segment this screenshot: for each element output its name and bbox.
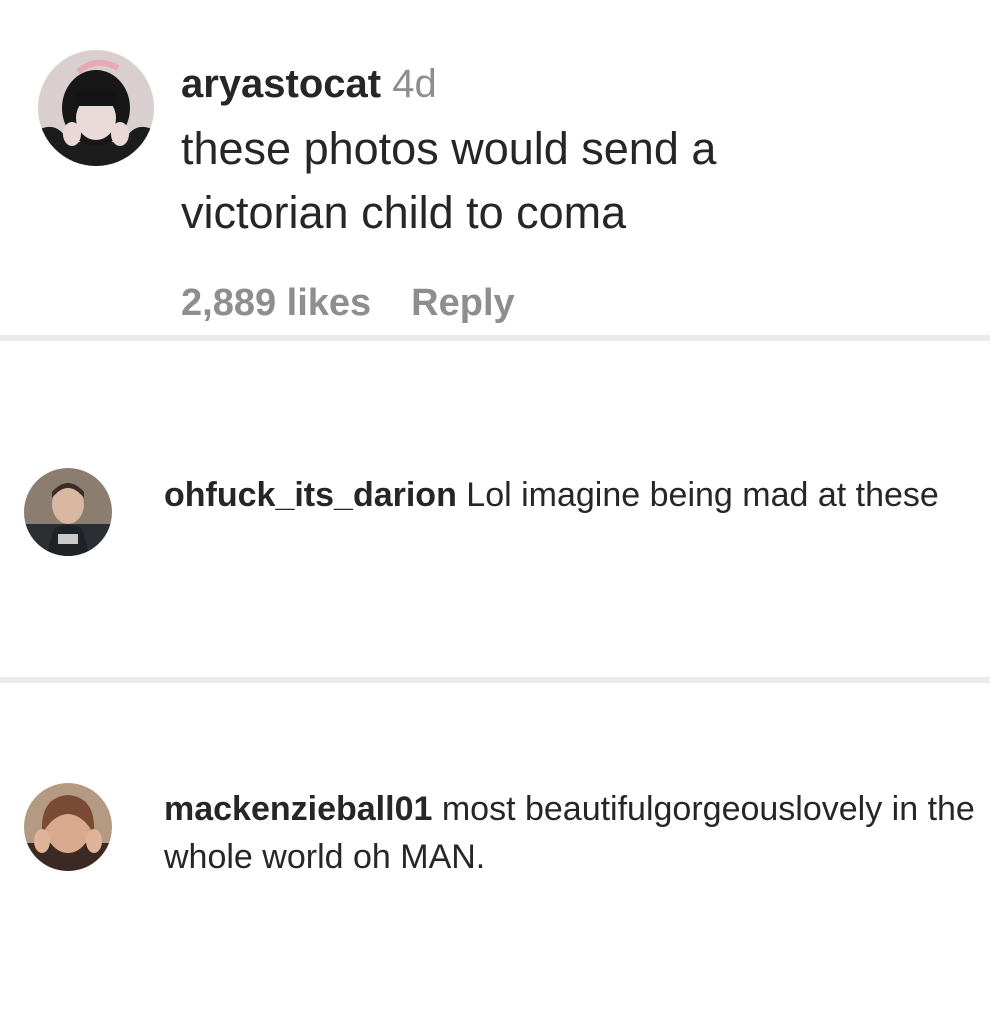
comment-username[interactable]: aryastocat (181, 62, 381, 106)
avatar[interactable] (24, 468, 112, 556)
comment-text: these photos would send a victorian chil… (181, 123, 717, 238)
divider (0, 335, 990, 341)
avatar-image (24, 468, 112, 556)
comment-username[interactable]: ohfuck_its_darion (164, 476, 457, 514)
comment-username[interactable]: mackenzieball01 (164, 790, 432, 828)
comment-header: aryastocat 4d (181, 56, 437, 112)
avatar[interactable] (24, 783, 112, 871)
comment-actions: 2,889 likes Reply (181, 278, 515, 328)
divider (0, 677, 990, 683)
avatar-image (38, 50, 154, 166)
likes-count[interactable]: 2,889 likes (181, 282, 371, 324)
comment-text: Lol imagine being mad at these (466, 476, 939, 514)
avatar[interactable] (38, 50, 154, 166)
comment-timestamp: 4d (392, 62, 437, 106)
reply-button[interactable]: Reply (411, 282, 514, 324)
comment-body: mackenzieball01 most beautifulgorgeouslo… (164, 785, 979, 881)
comment-body: ohfuck_its_darion Lol imagine being mad … (164, 471, 979, 519)
avatar-image (24, 783, 112, 871)
